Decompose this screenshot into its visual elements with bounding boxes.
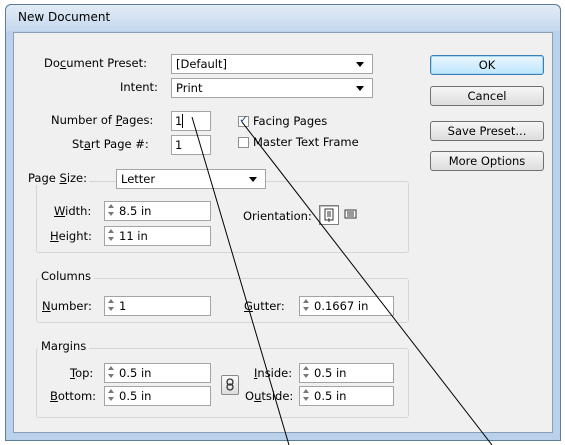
gutter-value: 0.1667 in [314,299,369,313]
facing-pages-checkbox[interactable]: ✓ [238,113,249,127]
outside-margin-value: 0.5 in [314,389,347,403]
portrait-orientation-icon[interactable] [319,205,339,225]
text-cursor [182,114,183,128]
checkmark-icon: ✓ [239,113,249,126]
page-size-value: Letter [121,172,156,186]
chevron-down-icon [356,86,364,91]
spinner-arrows-icon[interactable] [107,204,116,218]
bottom-margin-input[interactable]: 0.5 in [104,386,211,406]
chevron-down-icon [356,62,364,67]
dialog-body: Document Preset: [Default] Intent: Print… [13,32,553,433]
spinner-arrows-icon[interactable] [107,229,116,243]
inside-margin-label: Inside: [254,366,293,380]
ok-button[interactable]: OK [430,55,544,75]
chain-link-icon[interactable] [221,375,239,395]
top-margin-input[interactable]: 0.5 in [104,363,211,383]
height-input[interactable]: 11 in [104,226,211,246]
spinner-arrows-icon[interactable] [302,389,311,403]
cancel-button[interactable]: Cancel [430,86,544,106]
dialog-title: New Document [18,10,111,24]
facing-pages-label: Facing Pages [253,114,328,128]
spinner-arrows-icon[interactable] [107,389,116,403]
start-page-label: Start Page #: [72,137,149,151]
width-input[interactable]: 8.5 in [104,201,211,221]
height-value: 11 in [119,229,148,243]
number-of-pages-input[interactable]: 1 [171,111,211,131]
document-preset-value: [Default] [176,57,227,71]
title-bar[interactable]: New Document [6,5,560,31]
page-size-dropdown[interactable]: Letter [116,169,266,189]
landscape-orientation-icon[interactable] [342,205,362,225]
chevron-down-icon [249,177,257,182]
margins-group-title: Margins [38,339,90,353]
width-label: Width: [54,204,92,218]
document-preset-label: Document Preset: [44,56,147,70]
spinner-arrows-icon[interactable] [302,299,311,313]
gutter-input[interactable]: 0.1667 in [299,296,394,316]
spinner-arrows-icon[interactable] [302,366,311,380]
master-text-frame-label: Master Text Frame [253,135,359,149]
gutter-label: Gutter: [244,299,285,313]
outside-margin-label: Outside: [245,389,294,403]
orientation-label: Orientation: [243,209,312,223]
outside-margin-input[interactable]: 0.5 in [299,386,394,406]
columns-number-label: Number: [42,299,92,313]
top-margin-value: 0.5 in [119,366,152,380]
height-label: Height: [50,229,92,243]
intent-value: Print [176,81,203,95]
number-of-pages-label: Number of Pages: [51,113,154,127]
master-text-frame-checkbox[interactable] [238,137,249,148]
bottom-margin-value: 0.5 in [119,389,152,403]
inside-margin-value: 0.5 in [314,366,347,380]
intent-dropdown[interactable]: Print [171,78,373,98]
document-preset-dropdown[interactable]: [Default] [171,54,373,74]
columns-number-input[interactable]: 1 [104,296,211,316]
new-document-dialog: New Document Document Preset: [Default] … [5,4,561,441]
start-page-value: 1 [175,138,183,152]
page-size-label: Page Size: [26,171,89,185]
start-page-input[interactable]: 1 [171,135,211,155]
more-options-button[interactable]: More Options [430,151,544,171]
top-margin-label: Top: [70,366,94,380]
bottom-margin-label: Bottom: [50,389,97,403]
width-value: 8.5 in [119,204,152,218]
save-preset-button[interactable]: Save Preset... [430,121,544,141]
spinner-arrows-icon[interactable] [107,299,116,313]
columns-number-value: 1 [119,299,127,313]
inside-margin-input[interactable]: 0.5 in [299,363,394,383]
spinner-arrows-icon[interactable] [107,366,116,380]
columns-group-title: Columns [38,269,95,283]
intent-label: Intent: [120,80,158,94]
